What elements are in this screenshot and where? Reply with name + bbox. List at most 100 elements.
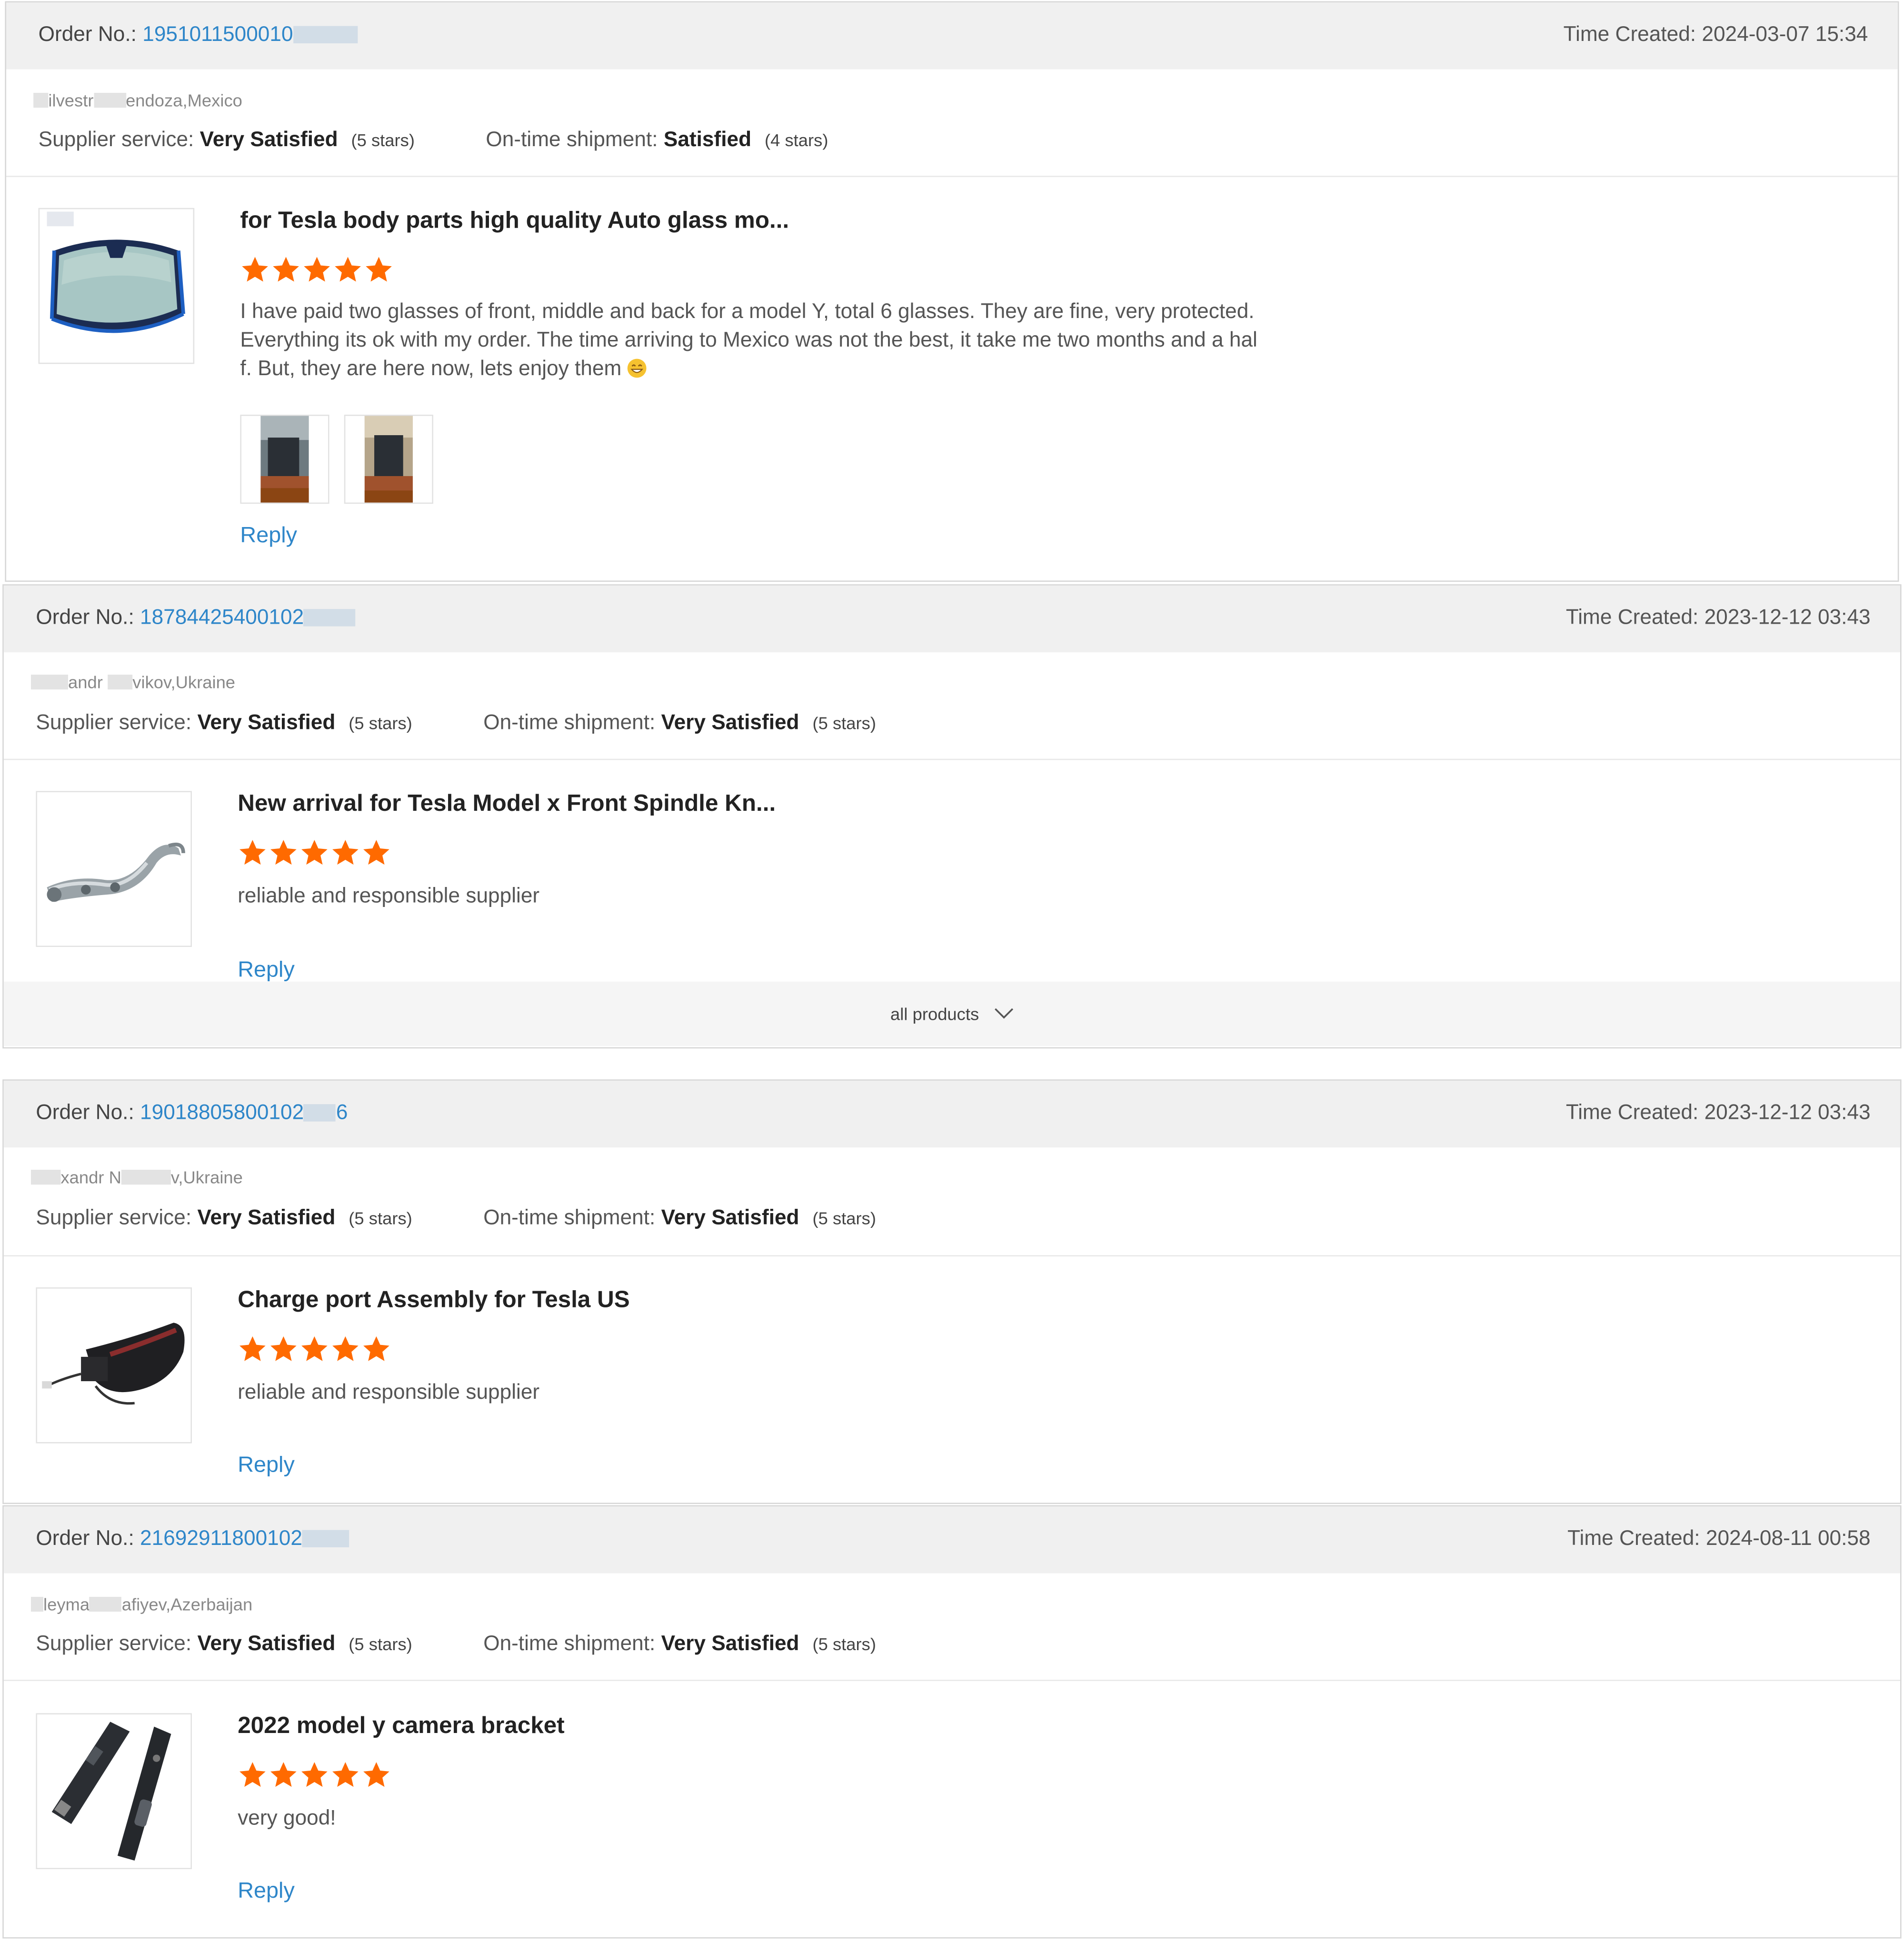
supplier-service-value: Very Satisfied <box>197 710 336 734</box>
star-icon <box>242 257 268 282</box>
shipment-label: On-time shipment: <box>483 1631 656 1655</box>
camera-bracket-image <box>51 1722 171 1861</box>
redaction-blur <box>31 1596 43 1612</box>
redaction-blur <box>31 675 68 690</box>
time-created-value: 2023-12-12 03:43 <box>1704 605 1871 629</box>
divider <box>6 176 1898 177</box>
product-title[interactable]: Charge port Assembly for Tesla US <box>238 1287 630 1315</box>
shipment-value: Very Satisfied <box>661 1205 799 1229</box>
shipment-value: Very Satisfied <box>661 1631 799 1655</box>
time-created: Time Created: 2023-12-12 03:43 <box>1566 1100 1871 1125</box>
order-number-value: 19018805800102 <box>140 1100 304 1124</box>
order-number: Order No.: 21692911800102 <box>36 1526 349 1551</box>
star-icon <box>332 840 359 865</box>
supplier-service-label: Supplier service: <box>38 127 194 151</box>
divider <box>3 1680 1900 1681</box>
product-thumbnail[interactable] <box>36 791 192 947</box>
review-photo[interactable] <box>344 414 433 504</box>
redaction-blur <box>302 1530 349 1547</box>
all-products-label: all products <box>890 1004 979 1024</box>
supplier-service-stars: (5 stars) <box>349 713 412 733</box>
review-comment: I have paid two glasses of front, middle… <box>240 297 1267 382</box>
supplier-service-label: Supplier service: <box>36 1631 192 1655</box>
star-icon <box>301 840 328 865</box>
service-ratings: Supplier service: Very Satisfied (5 star… <box>39 128 828 152</box>
buyer-name-part: xandr N <box>60 1167 121 1187</box>
star-icon <box>335 257 361 282</box>
product-title[interactable]: for Tesla body parts high quality Auto g… <box>240 208 789 235</box>
time-created-value: 2024-03-07 15:34 <box>1702 22 1868 46</box>
time-created-value: 2024-08-11 00:58 <box>1705 1526 1871 1550</box>
order-number: Order No.: 19018805800102 6 <box>36 1100 348 1125</box>
buyer-name-part: vikov,Ukraine <box>132 672 236 692</box>
review-header: Order No.: 1951011500010 Time Created: 2… <box>6 2 1898 70</box>
order-number-suffix: 6 <box>336 1100 348 1124</box>
review-photo-image <box>364 416 413 503</box>
review-comment-text: I have paid two glasses of front, middle… <box>240 299 1257 380</box>
star-icon <box>270 840 297 865</box>
review-photo[interactable] <box>240 414 329 504</box>
shipment-stars: (5 stars) <box>812 713 876 733</box>
redaction-blur <box>293 26 358 43</box>
time-created: Time Created: 2023-12-12 03:43 <box>1566 605 1871 630</box>
order-number-label: Order No.: <box>38 22 137 46</box>
grinning-emoji-icon <box>627 359 647 378</box>
reply-link[interactable]: Reply <box>238 1878 295 1904</box>
order-number-link[interactable]: 19018805800102 6 <box>140 1100 348 1124</box>
buyer-name-part: v,Ukraine <box>170 1167 243 1187</box>
shipment-stars: (5 stars) <box>812 1208 876 1228</box>
supplier-service-stars: (5 stars) <box>349 1633 412 1654</box>
order-number: Order No.: 18784425400102 <box>36 605 356 630</box>
review-card: Order No.: 21692911800102 Time Created: … <box>2 1505 1902 1939</box>
order-number-label: Order No.: <box>36 605 134 629</box>
reply-link[interactable]: Reply <box>238 957 295 983</box>
order-number-value: 18784425400102 <box>140 605 304 629</box>
star-icon <box>332 1762 359 1787</box>
product-title[interactable]: New arrival for Tesla Model x Front Spin… <box>238 791 776 818</box>
buyer-name-part: ilvestr <box>48 90 94 110</box>
buyer-name: leyma afiyev,Azerbaijan <box>31 1594 252 1614</box>
time-created-label: Time Created: <box>1563 22 1696 46</box>
star-icon <box>366 257 392 282</box>
star-icon <box>270 1336 297 1361</box>
order-number-value: 1951011500010 <box>142 22 293 46</box>
windshield-image <box>47 211 185 333</box>
shipment-label: On-time shipment: <box>483 710 656 734</box>
divider <box>3 758 1900 760</box>
time-created-label: Time Created: <box>1565 1100 1699 1124</box>
redaction-blur <box>304 609 356 627</box>
redaction-blur <box>90 1596 122 1612</box>
order-number-label: Order No.: <box>36 1526 134 1550</box>
supplier-service-value: Very Satisfied <box>199 127 338 151</box>
reply-link[interactable]: Reply <box>240 522 297 548</box>
reply-link[interactable]: Reply <box>238 1452 295 1478</box>
service-ratings: Supplier service: Very Satisfied (5 star… <box>36 1205 876 1230</box>
time-created-label: Time Created: <box>1567 1526 1700 1550</box>
buyer-name-part: afiyev,Azerbaijan <box>121 1594 253 1614</box>
product-title[interactable]: 2022 model y camera bracket <box>238 1713 565 1740</box>
rating-stars <box>238 1335 392 1364</box>
supplier-service-label: Supplier service: <box>36 1205 192 1229</box>
order-number-link[interactable]: 1951011500010 <box>142 22 358 46</box>
time-created-value: 2023-12-12 03:43 <box>1704 1100 1871 1124</box>
supplier-service-stars: (5 stars) <box>351 130 415 150</box>
product-thumbnail[interactable] <box>36 1713 192 1869</box>
all-products-toggle[interactable]: all products <box>3 981 1900 1046</box>
shipment-label: On-time shipment: <box>483 1205 656 1229</box>
star-icon <box>239 1762 266 1787</box>
product-thumbnail[interactable] <box>38 208 195 364</box>
time-created-label: Time Created: <box>1565 605 1699 629</box>
spindle-knuckle-image <box>47 842 185 902</box>
chevron-down-icon <box>994 1008 1013 1019</box>
shipment-value: Very Satisfied <box>661 710 799 734</box>
star-icon <box>270 1762 297 1787</box>
review-comment: very good! <box>238 1806 336 1830</box>
star-icon <box>363 1336 389 1361</box>
reviews-page: Order No.: 1951011500010 Time Created: 2… <box>0 0 1904 1941</box>
buyer-name: xandr N v,Ukraine <box>31 1167 243 1187</box>
review-card: Order No.: 1951011500010 Time Created: 2… <box>5 1 1899 582</box>
order-number-link[interactable]: 21692911800102 <box>140 1526 349 1550</box>
time-created: Time Created: 2024-03-07 15:34 <box>1564 22 1868 47</box>
product-thumbnail[interactable] <box>36 1287 192 1444</box>
order-number-link[interactable]: 18784425400102 <box>140 605 356 629</box>
